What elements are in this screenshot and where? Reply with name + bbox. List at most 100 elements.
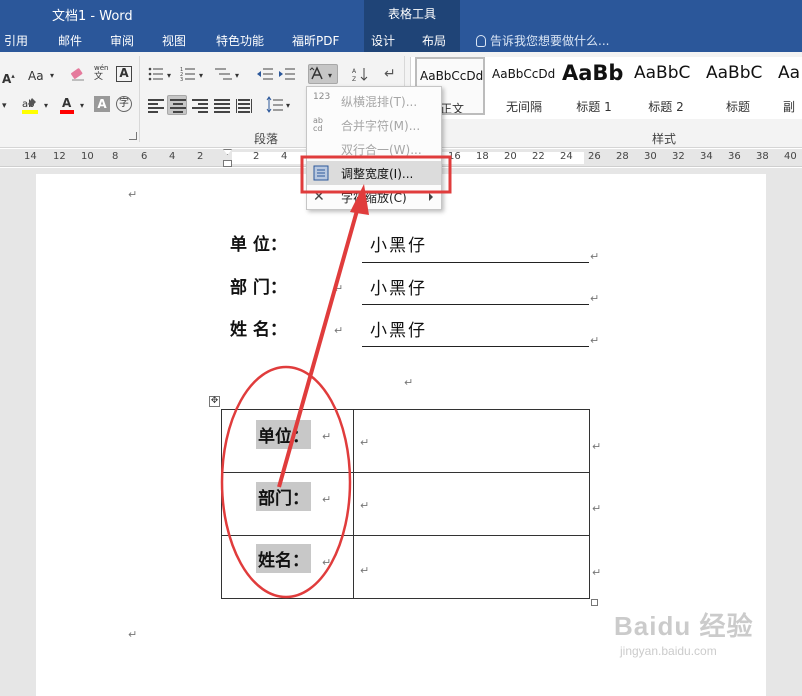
tab-review[interactable]: 审阅 <box>110 32 134 49</box>
field-value-unit[interactable]: 小黑仔 <box>370 231 427 256</box>
highlight-icon[interactable]: ab <box>20 95 42 115</box>
table-tools-label: 表格工具 <box>387 7 436 21</box>
ruler-tick: 10 <box>81 151 94 162</box>
menu-item-vertical-in-horizontal[interactable]: 123 纵横混排(T)... <box>307 89 441 113</box>
style-name: 标题 <box>725 100 750 114</box>
table-cell[interactable]: 部门： ↵ <box>221 472 354 536</box>
style-sample: AaBb <box>562 61 624 85</box>
field-underline <box>362 304 589 305</box>
first-line-indent-marker[interactable] <box>223 149 232 155</box>
tab-table-layout[interactable]: 布局 <box>422 32 446 49</box>
character-border-button[interactable]: A <box>116 66 132 82</box>
distributed-button[interactable] <box>234 96 254 116</box>
show-marks-icon[interactable]: ↵ <box>384 66 396 82</box>
field-label-unit: 单 位： <box>230 235 287 255</box>
table-row: 部门： ↵ ↵ <box>221 472 590 536</box>
chevron-down-icon[interactable]: ▾ <box>235 68 239 84</box>
table-cell[interactable]: 单位： ↵ <box>221 409 354 473</box>
tell-me-box[interactable]: 告诉我您想要做什么... <box>476 32 609 49</box>
tab-foxit-pdf[interactable]: 福昕PDF <box>292 32 339 49</box>
paragraph-mark: ↵ <box>322 556 332 569</box>
table-move-handle-icon[interactable]: ✥ <box>209 396 220 407</box>
chevron-down-icon[interactable]: ▾ <box>199 68 203 84</box>
vertical-text-icon: 123 <box>313 92 331 102</box>
ruler-tick: 22 <box>532 151 545 162</box>
ruler-tick: 40 <box>784 151 797 162</box>
chevron-down-icon[interactable]: ▾ <box>167 68 171 84</box>
font-dialog-launcher-icon[interactable] <box>129 132 137 140</box>
style-sample: AaBbC <box>634 63 691 83</box>
menu-item-label: 调整宽度(I)... <box>341 167 414 181</box>
field-value-name[interactable]: 小黑仔 <box>370 316 427 341</box>
table-cell[interactable]: ↵ <box>353 409 590 473</box>
menu-item-label: 纵横混排(T)... <box>341 95 418 109</box>
style-title[interactable]: AaBbC 标题 <box>703 57 773 115</box>
style-sample: Aa <box>778 63 801 83</box>
style-heading-1[interactable]: AaBb 标题 1 <box>559 57 629 115</box>
chevron-down-icon[interactable]: ▾ <box>44 98 48 114</box>
table-cell[interactable]: ↵ <box>353 535 590 599</box>
tab-special-features[interactable]: 特色功能 <box>216 32 264 49</box>
paragraph-mark: ↵ <box>404 376 414 389</box>
tab-mailings[interactable]: 邮件 <box>58 32 82 49</box>
lightbulb-icon <box>476 35 486 47</box>
left-indent-marker[interactable] <box>223 160 232 167</box>
table-cell[interactable]: ↵ <box>353 472 590 536</box>
cell-label-unit: 单位： <box>256 420 311 449</box>
align-right-button[interactable] <box>190 96 210 116</box>
ruler-tick: 34 <box>700 151 713 162</box>
multilevel-list-icon[interactable] <box>214 66 232 82</box>
asian-layout-button[interactable]: ▾ <box>308 64 338 84</box>
enclose-characters-button[interactable]: 字 <box>116 96 132 112</box>
chevron-down-icon[interactable]: ▾ <box>286 98 290 114</box>
tab-table-design[interactable]: 设计 <box>371 32 395 49</box>
document-table[interactable]: 单位： ↵ ↵ 部门： ↵ ↵ 姓名： ↵ ↵ <box>221 409 590 599</box>
menu-item-two-lines-in-one[interactable]: 双行合一(W)... <box>307 137 441 161</box>
menu-item-label: 字符缩放(C) <box>341 191 407 205</box>
phonetic-guide-icon[interactable]: wén 文 <box>94 64 108 82</box>
character-scaling-icon: ✕ <box>313 189 325 205</box>
style-subtitle[interactable]: Aa 副 <box>775 57 802 115</box>
table-resize-handle[interactable] <box>591 599 598 606</box>
justify-button[interactable] <box>212 96 232 116</box>
text-effects-icon[interactable]: ▾ <box>2 98 7 114</box>
field-label-department: 部 门： <box>230 278 287 298</box>
ruler-tick: 4 <box>281 151 288 162</box>
menu-item-combine-characters[interactable]: abcd 合并字符(M)... <box>307 113 441 137</box>
style-no-spacing[interactable]: AaBbCcDd 无间隔 <box>489 57 559 115</box>
style-heading-2[interactable]: AaBbC 标题 2 <box>631 57 701 115</box>
style-name: 标题 1 <box>576 100 612 114</box>
paragraph-mark: ↵ <box>322 493 332 506</box>
ruler-tick: 20 <box>504 151 517 162</box>
increase-indent-icon[interactable] <box>278 66 296 82</box>
menu-item-fit-text[interactable]: 调整宽度(I)... <box>307 161 441 185</box>
tab-references[interactable]: 引用 <box>4 32 28 49</box>
clear-formatting-icon[interactable] <box>70 66 86 82</box>
style-sample: AaBbC <box>706 63 763 83</box>
align-center-button[interactable] <box>167 95 187 115</box>
decrease-indent-icon[interactable] <box>256 66 274 82</box>
sort-icon[interactable]: AZ <box>352 66 368 83</box>
table-row: 单位： ↵ ↵ <box>221 409 590 473</box>
style-name: 标题 2 <box>648 100 684 114</box>
paragraph-mark: ↵ <box>334 282 344 295</box>
numbering-icon[interactable]: 123 <box>180 66 196 83</box>
bullets-icon[interactable] <box>148 66 164 82</box>
chevron-down-icon[interactable]: ▾ <box>80 98 84 114</box>
change-case-button[interactable]: Aa <box>28 68 44 84</box>
character-shading-button[interactable]: A <box>94 96 110 112</box>
baidu-watermark: Baidu 经验 jingyan.baidu.com <box>614 606 764 666</box>
tab-view[interactable]: 视图 <box>162 32 186 49</box>
grow-font-icon[interactable]: A▴ <box>2 68 15 87</box>
font-color-icon[interactable]: A <box>58 95 78 115</box>
line-spacing-icon[interactable] <box>264 96 286 114</box>
chevron-down-icon[interactable]: ▾ <box>50 68 54 84</box>
field-value-department[interactable]: 小黑仔 <box>370 274 427 299</box>
align-left-button[interactable] <box>146 96 166 116</box>
menu-item-character-scaling[interactable]: ✕ 字符缩放(C) <box>307 185 441 209</box>
combine-characters-icon: abcd <box>313 116 323 133</box>
ruler-tick: 18 <box>476 151 489 162</box>
phonetic-label: wén <box>94 64 109 72</box>
table-cell[interactable]: 姓名： ↵ <box>221 535 354 599</box>
paragraph-group-label: 段落 <box>254 132 279 146</box>
